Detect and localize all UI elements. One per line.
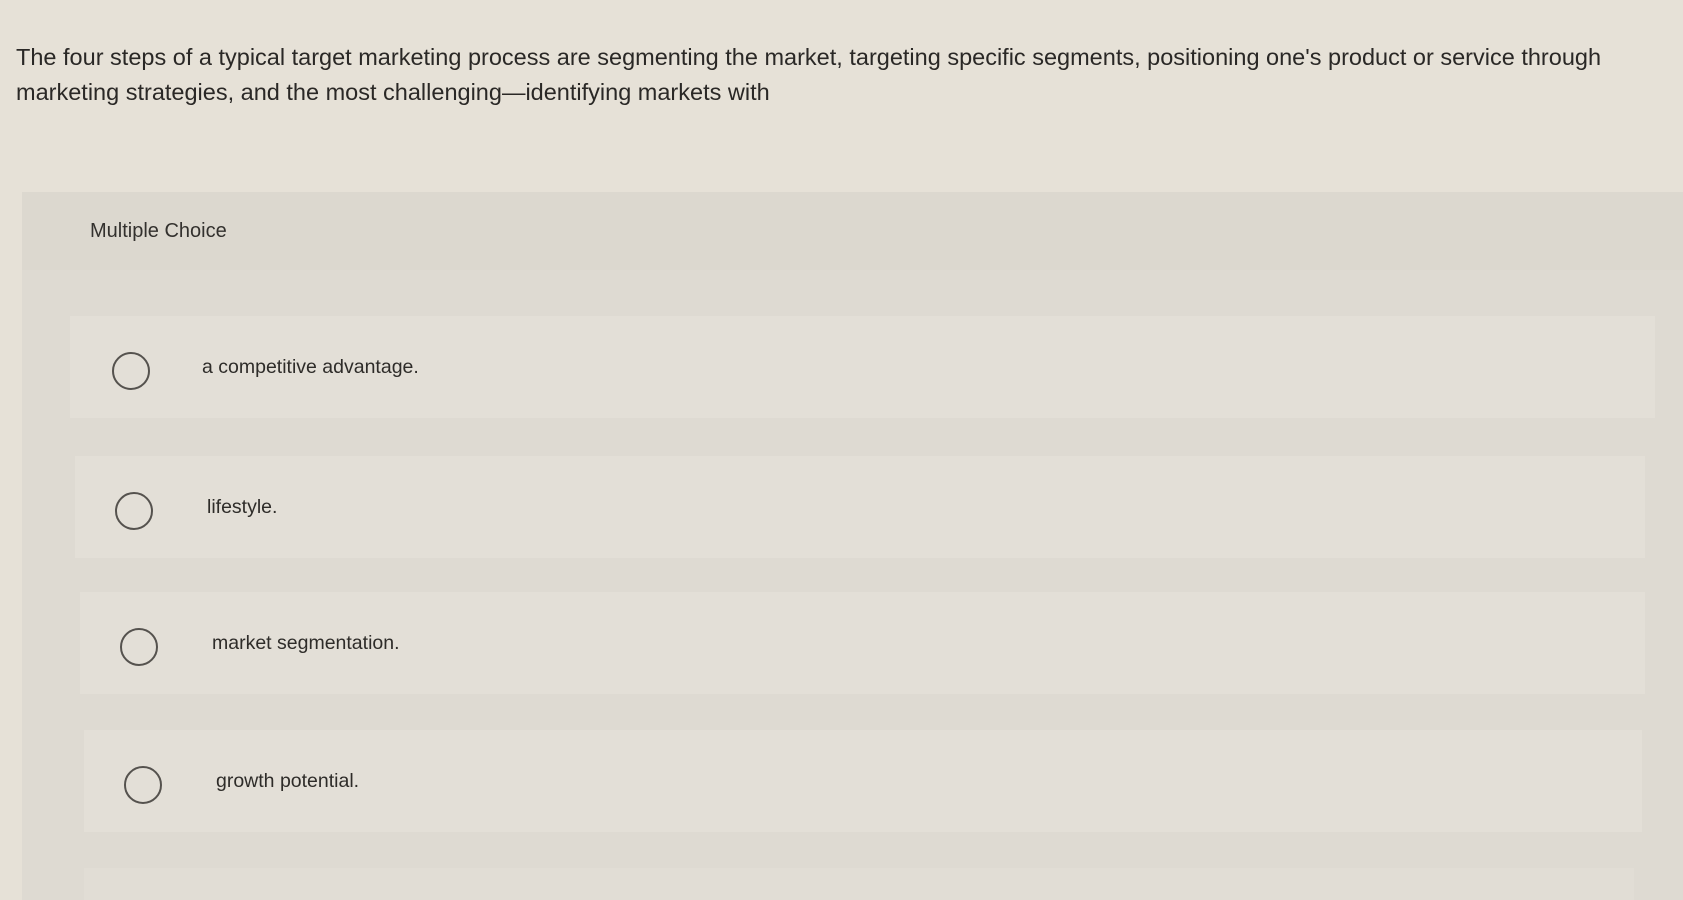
option-label: a competitive advantage. (202, 356, 419, 378)
next-option-edge (84, 868, 1634, 900)
option-competitive-advantage[interactable]: a competitive advantage. (70, 316, 1655, 418)
multiple-choice-header: Multiple Choice (22, 192, 1683, 270)
multiple-choice-label: Multiple Choice (90, 220, 227, 242)
question-text: The four steps of a typical target marke… (16, 44, 1602, 105)
option-growth-potential[interactable]: growth potential. (84, 730, 1642, 832)
option-lifestyle[interactable]: lifestyle. (75, 456, 1645, 558)
radio-button[interactable] (115, 492, 153, 530)
radio-button[interactable] (112, 352, 150, 390)
option-market-segmentation[interactable]: market segmentation. (80, 592, 1645, 694)
option-label: growth potential. (216, 770, 360, 792)
option-label: lifestyle. (207, 496, 278, 518)
radio-button[interactable] (124, 766, 162, 804)
radio-button[interactable] (120, 628, 158, 666)
option-label: market segmentation. (212, 632, 400, 654)
